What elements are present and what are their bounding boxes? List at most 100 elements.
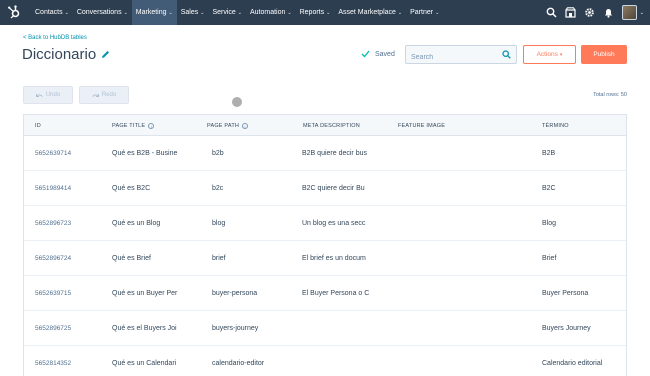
table-row[interactable]: 5652639715 Qué es un Buyer Per buyer-perso…: [24, 276, 626, 311]
cell-id[interactable]: 5652896723: [35, 206, 107, 240]
cell-page-title[interactable]: Qué es un Calendari: [112, 346, 184, 376]
user-avatar[interactable]: [621, 5, 637, 20]
undo-arrow-icon: [35, 93, 43, 97]
cell-page-title[interactable]: Qué es un Blog: [112, 206, 184, 240]
cell-page-path[interactable]: buyer-persona: [212, 276, 274, 310]
chevron-down-icon: ⌄: [237, 9, 242, 16]
edit-title-pencil-icon[interactable]: [101, 50, 110, 59]
table-row[interactable]: 5651989414 Qué es B2C b2c B2C quiere decir …: [24, 171, 626, 206]
cell-id[interactable]: 5652639714: [35, 136, 107, 170]
nav-item-label: Conversations: [76, 9, 122, 16]
nav-item-label: Sales: [180, 9, 199, 16]
cell-meta-description[interactable]: El brief es un docum: [302, 241, 374, 275]
cell-feature-image[interactable]: [398, 346, 498, 376]
nav-item-service[interactable]: Service ⌄: [208, 0, 246, 25]
table-row[interactable]: 5652639714 Qué es B2B - Busine b2b B2B quie…: [24, 136, 626, 171]
cell-feature-image[interactable]: [398, 311, 498, 345]
cell-page-path[interactable]: brief: [212, 241, 274, 275]
cell-page-title[interactable]: Qué es el Buyers Joi: [112, 311, 184, 345]
chevron-down-icon: ⌄: [287, 9, 292, 16]
marketplace-icon[interactable]: [565, 7, 576, 18]
info-icon[interactable]: i: [242, 122, 249, 129]
cell-page-title[interactable]: Qué es un Buyer Per: [112, 276, 184, 310]
cell-termino[interactable]: Brief: [542, 241, 626, 275]
cell-feature-image[interactable]: [398, 276, 498, 310]
actions-dropdown-button[interactable]: Actions ▾: [523, 45, 576, 64]
table-row[interactable]: 5652814352 Qué es un Calendari calendario-…: [24, 346, 626, 376]
nav-item-label: Automation: [249, 9, 286, 16]
info-icon[interactable]: i: [148, 122, 155, 129]
cell-termino[interactable]: Calendario editorial: [542, 346, 626, 376]
back-to-hubdb-tables-link[interactable]: < Back to HubDB tables: [23, 35, 87, 41]
cell-meta-description[interactable]: [302, 311, 374, 345]
cell-page-path[interactable]: buyers-journey: [212, 311, 274, 345]
mouse-cursor-indicator: [232, 97, 242, 107]
column-header-page-title[interactable]: PAGE TITLE i: [112, 115, 155, 136]
redo-label: Redo: [101, 92, 117, 98]
nav-item-label: Partner: [410, 9, 434, 16]
cell-feature-image[interactable]: [398, 136, 498, 170]
cell-id[interactable]: 5652896724: [35, 241, 107, 275]
nav-item-asset-marketplace[interactable]: Asset Marketplace ⌄: [334, 0, 406, 25]
column-header-page-path[interactable]: PAGE PATH i: [207, 115, 249, 136]
cell-termino[interactable]: Buyer Persona: [542, 276, 626, 310]
cell-meta-description[interactable]: B2B quiere decir bus: [302, 136, 374, 170]
undo-button[interactable]: Undo: [23, 86, 73, 104]
total-rows-count: Total rows: 50: [593, 92, 627, 98]
account-menu-chevron-icon[interactable]: ⌄: [640, 10, 644, 16]
nav-item-reports[interactable]: Reports ⌄: [296, 0, 335, 25]
cell-termino[interactable]: Buyers Journey: [542, 311, 626, 345]
cell-feature-image[interactable]: [398, 241, 498, 275]
search-icon[interactable]: [502, 50, 511, 59]
publish-button[interactable]: Publish: [581, 45, 627, 64]
undo-label: Undo: [45, 92, 61, 98]
cell-page-path[interactable]: b2b: [212, 136, 274, 170]
chevron-down-icon: ⌄: [326, 9, 331, 16]
column-header-feature-image[interactable]: FEATURE IMAGE: [398, 115, 445, 136]
hubspot-logo-icon[interactable]: [7, 5, 21, 19]
column-header-id[interactable]: ID: [35, 115, 41, 136]
table-row[interactable]: 5652896724 Qué es Brief brief El brief es u…: [24, 241, 626, 276]
cell-termino[interactable]: B2B: [542, 136, 626, 170]
table-row[interactable]: 5652896723 Qué es un Blog blog Un blog es u…: [24, 206, 626, 241]
cell-page-title[interactable]: Qué es Brief: [112, 241, 184, 275]
column-header-termino[interactable]: TÉRMINO: [542, 115, 569, 136]
nav-item-sales[interactable]: Sales ⌄: [177, 0, 209, 25]
cell-id[interactable]: 5652639715: [35, 276, 107, 310]
redo-button[interactable]: Redo: [79, 86, 129, 104]
cell-meta-description[interactable]: [302, 346, 374, 376]
cell-feature-image[interactable]: [398, 171, 498, 205]
nav-item-marketing[interactable]: Marketing ⌄: [131, 0, 177, 25]
cell-feature-image[interactable]: [398, 206, 498, 240]
nav-item-label: Reports: [299, 9, 325, 16]
top-navigation-bar: Contacts ⌄ Conversations ⌄ Marketing ⌄ Sales ⌄ S…: [0, 0, 650, 25]
nav-item-contacts[interactable]: Contacts ⌄: [31, 0, 73, 25]
cell-page-path[interactable]: blog: [212, 206, 274, 240]
cell-id[interactable]: 5651989414: [35, 171, 107, 205]
nav-item-partner[interactable]: Partner ⌄: [406, 0, 443, 25]
cell-id[interactable]: 5652814352: [35, 346, 107, 376]
cell-termino[interactable]: B2C: [542, 171, 626, 205]
nav-item-automation[interactable]: Automation ⌄: [246, 0, 296, 25]
table-row[interactable]: 5652896725 Qué es el Buyers Joi buyers-jou…: [24, 311, 626, 346]
column-header-meta-description[interactable]: META DESCRIPTION: [303, 115, 360, 136]
cell-page-path[interactable]: calendario-editor: [212, 346, 274, 376]
caret-down-icon: ▾: [559, 51, 563, 58]
search-input[interactable]: [406, 49, 501, 66]
nav-item-label: Asset Marketplace: [338, 9, 396, 16]
saved-status: Saved: [361, 50, 395, 58]
cell-meta-description[interactable]: El Buyer Persona o C: [302, 276, 374, 310]
chevron-down-icon: ⌄: [123, 9, 128, 16]
page-title: Diccionario: [22, 46, 97, 63]
notifications-bell-icon[interactable]: [603, 7, 614, 18]
search-icon[interactable]: [546, 7, 557, 18]
cell-meta-description[interactable]: B2C quiere decir Bu: [302, 171, 374, 205]
cell-page-path[interactable]: b2c: [212, 171, 274, 205]
nav-item-conversations[interactable]: Conversations ⌄: [73, 0, 132, 25]
cell-page-title[interactable]: Qué es B2B - Busine: [112, 136, 184, 170]
cell-termino[interactable]: Blog: [542, 206, 626, 240]
settings-gear-icon[interactable]: [584, 7, 595, 18]
cell-id[interactable]: 5652896725: [35, 311, 107, 345]
cell-page-title[interactable]: Qué es B2C: [112, 171, 184, 205]
cell-meta-description[interactable]: Un blog es una secc: [302, 206, 374, 240]
